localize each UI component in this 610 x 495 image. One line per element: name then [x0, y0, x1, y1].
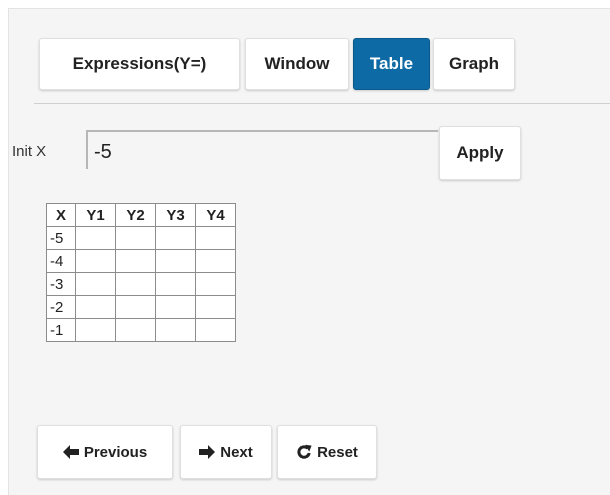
y-cell [115, 249, 156, 273]
table-row: -5 [46, 226, 236, 250]
y-cell [195, 249, 236, 273]
table-header-row: X Y1 Y2 Y3 Y4 [46, 203, 236, 227]
y-cell [195, 318, 236, 342]
init-x-input[interactable] [86, 130, 438, 169]
tab-table[interactable]: Table [353, 38, 430, 90]
y-cell [155, 318, 196, 342]
y-cell [195, 226, 236, 250]
y-cell [155, 226, 196, 250]
tab-expressions[interactable]: Expressions(Y=) [39, 38, 240, 90]
x-cell: -2 [46, 295, 76, 319]
column-header-y1: Y1 [75, 203, 116, 227]
previous-button[interactable]: Previous [37, 425, 173, 479]
y-cell [75, 318, 116, 342]
table-panel: Expressions(Y=) Window Table Graph Init … [8, 8, 610, 495]
y-cell [115, 318, 156, 342]
y-cell [115, 295, 156, 319]
y-cell [115, 272, 156, 296]
tab-window[interactable]: Window [245, 38, 349, 90]
previous-label: Previous [83, 443, 148, 461]
table-row: -2 [46, 295, 236, 319]
values-table: X Y1 Y2 Y3 Y4 -5 -4 -3 -2 -1 [46, 203, 236, 342]
y-cell [115, 226, 156, 250]
y-cell [155, 295, 196, 319]
reset-label: Reset [317, 443, 358, 461]
apply-button[interactable]: Apply [439, 126, 521, 180]
y-cell [155, 249, 196, 273]
column-header-y4: Y4 [195, 203, 236, 227]
table-row: -4 [46, 249, 236, 273]
divider [34, 103, 610, 104]
column-header-x: X [46, 203, 76, 227]
next-button[interactable]: Next [180, 425, 272, 479]
reset-button[interactable]: Reset [277, 425, 377, 479]
y-cell [75, 249, 116, 273]
column-header-y2: Y2 [115, 203, 156, 227]
x-cell: -4 [46, 249, 76, 273]
table-row: -3 [46, 272, 236, 296]
y-cell [195, 295, 236, 319]
y-cell [155, 272, 196, 296]
y-cell [195, 272, 236, 296]
x-cell: -3 [46, 272, 76, 296]
x-cell: -5 [46, 226, 76, 250]
y-cell [75, 295, 116, 319]
y-cell [75, 226, 116, 250]
next-label: Next [220, 443, 253, 461]
tab-graph[interactable]: Graph [433, 38, 515, 90]
refresh-icon [297, 444, 312, 459]
arrow-right-icon [199, 445, 216, 459]
column-header-y3: Y3 [155, 203, 196, 227]
init-x-label: Init X [12, 143, 47, 160]
arrow-left-icon [62, 445, 79, 459]
table-row: -1 [46, 318, 236, 342]
x-cell: -1 [46, 318, 76, 342]
y-cell [75, 272, 116, 296]
